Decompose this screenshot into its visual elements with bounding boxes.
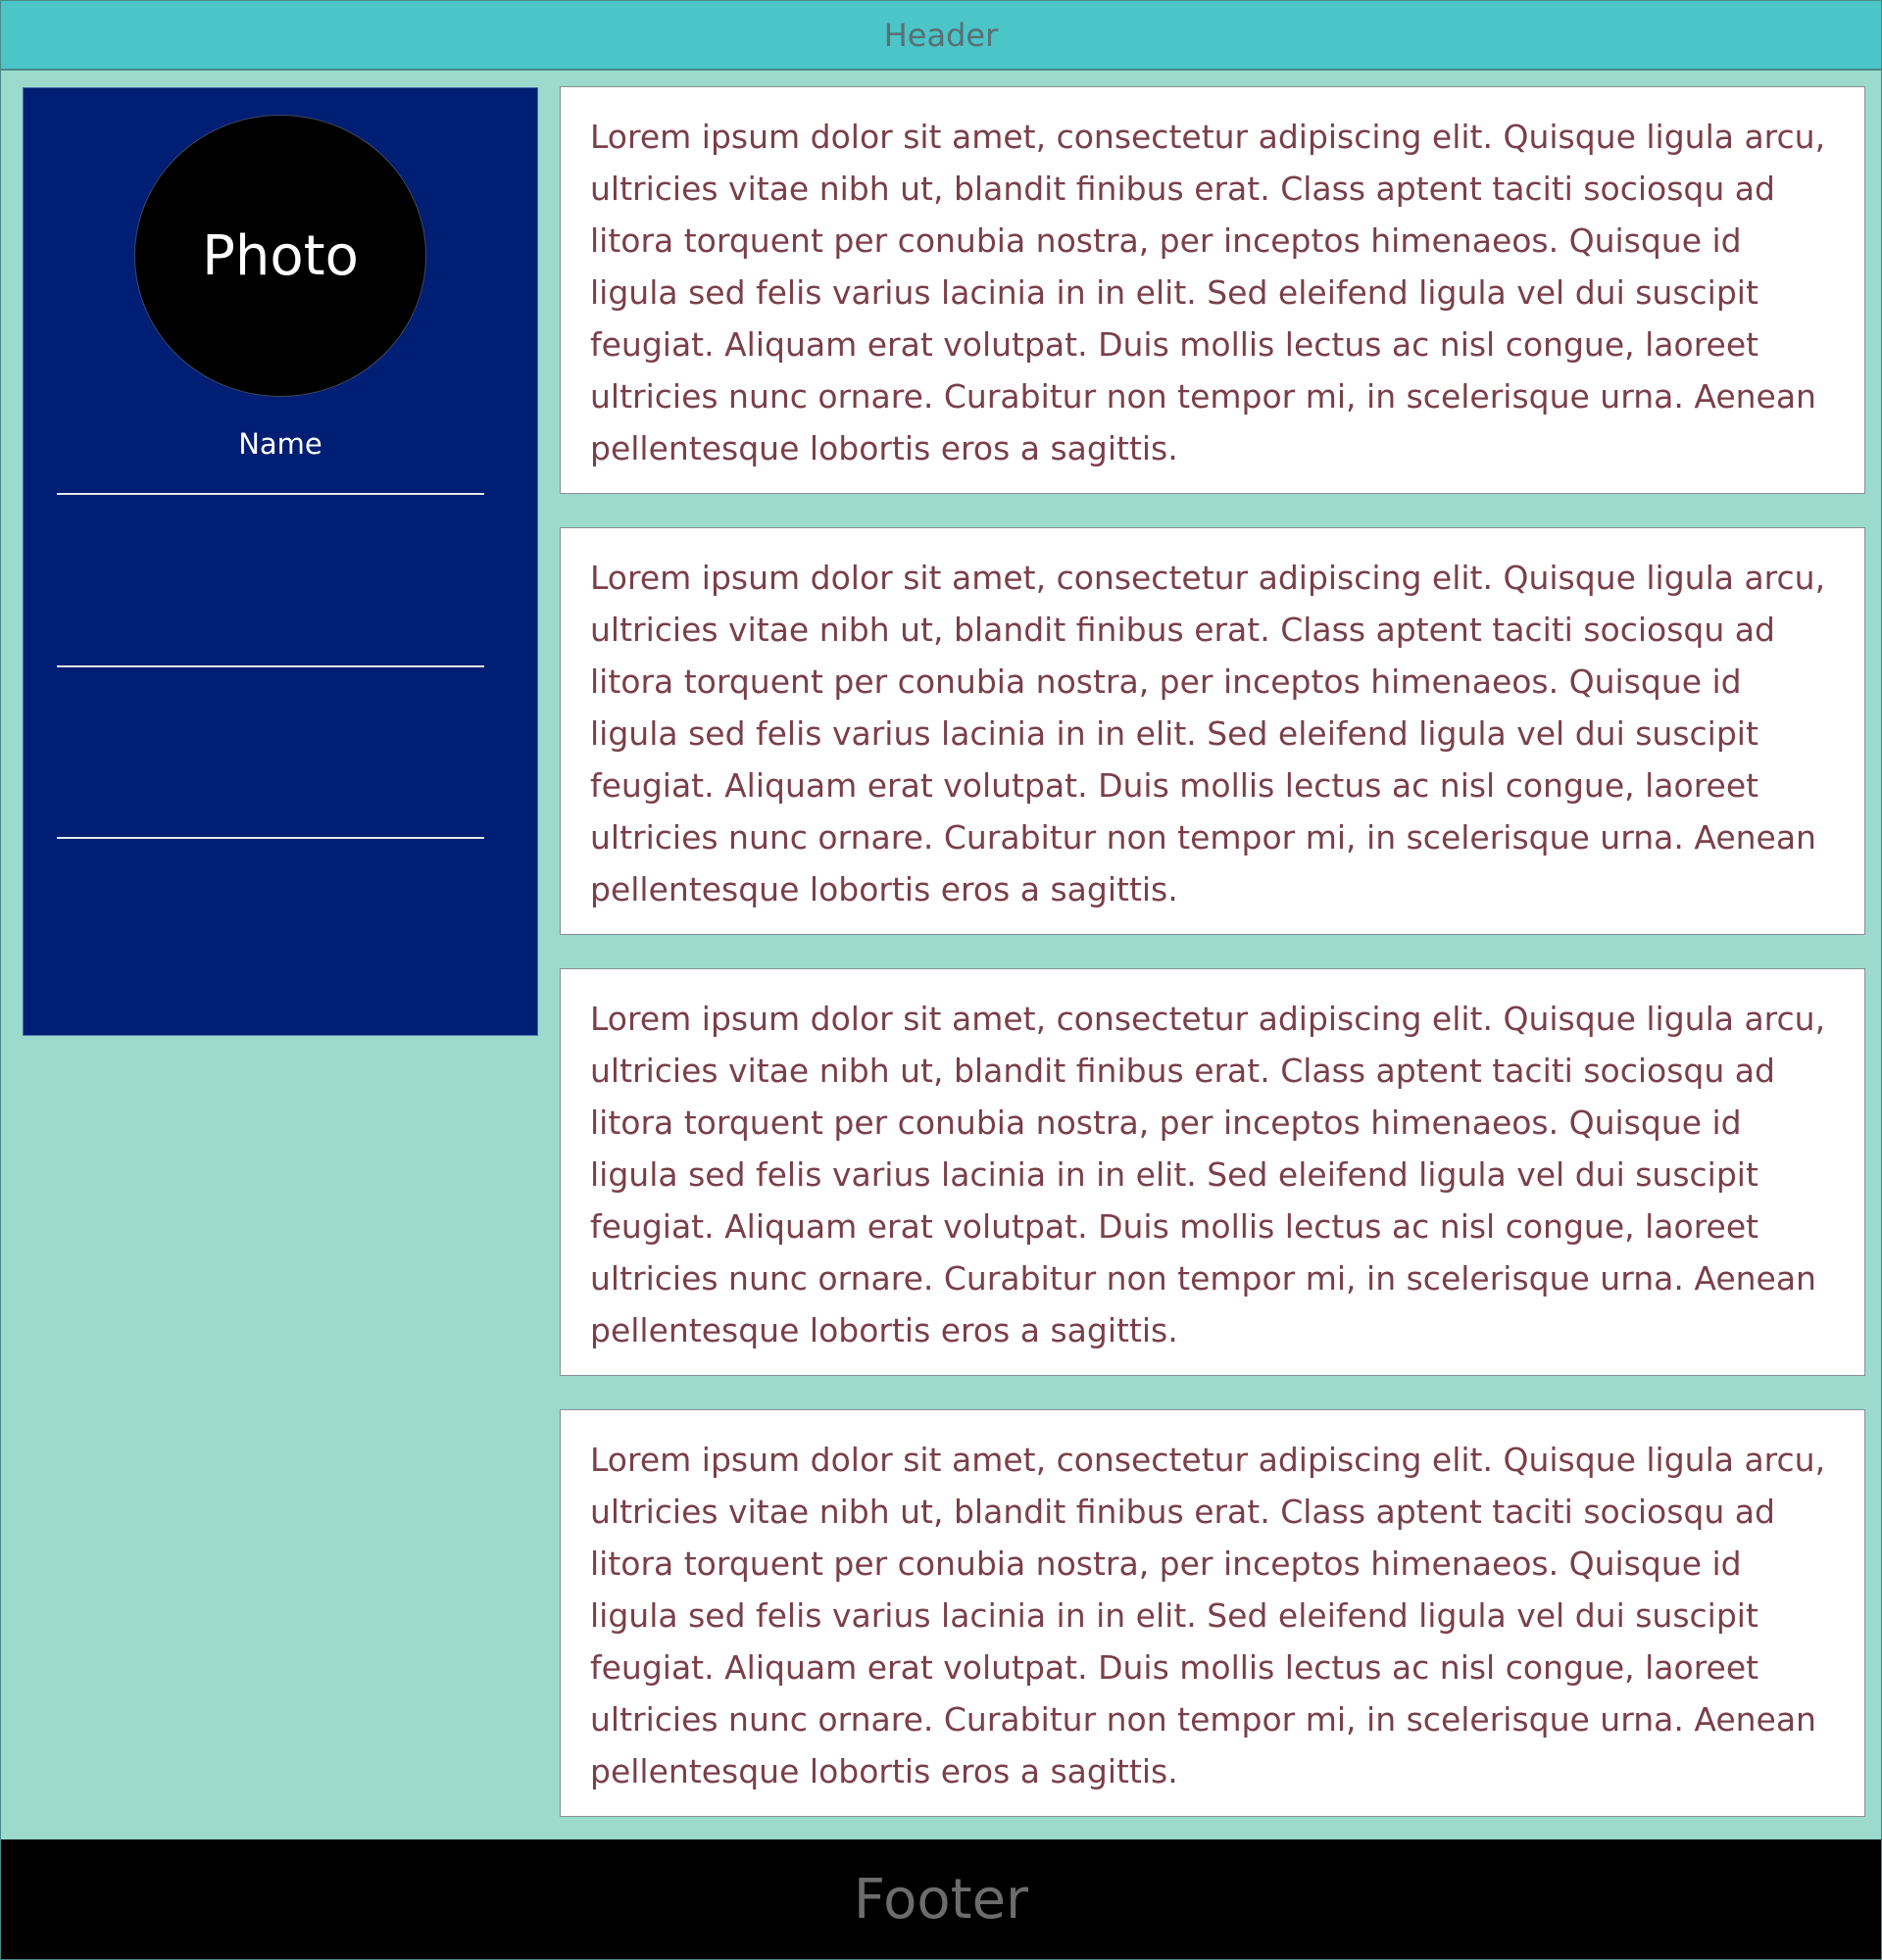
header-title: Header — [883, 16, 999, 54]
card-text: Lorem ipsum dolor sit amet, consectetur … — [590, 1441, 1826, 1790]
content-card-2: Lorem ipsum dolor sit amet, consectetur … — [560, 527, 1865, 935]
photo-label: Photo — [202, 223, 359, 288]
sidebar-divider-1 — [57, 493, 484, 495]
footer-title: Footer — [853, 1867, 1029, 1932]
header: Header — [1, 1, 1881, 71]
profile-name: Name — [238, 427, 322, 461]
card-text: Lorem ipsum dolor sit amet, consectetur … — [590, 559, 1826, 908]
footer: Footer — [1, 1839, 1881, 1959]
profile-photo: Photo — [134, 115, 426, 397]
main-content: Lorem ipsum dolor sit amet, consectetur … — [560, 86, 1865, 1850]
sidebar: Photo Name — [23, 87, 538, 1036]
page: Header Photo Name Lorem ipsum dolor sit … — [0, 0, 1882, 1960]
content-card-4: Lorem ipsum dolor sit amet, consectetur … — [560, 1409, 1865, 1817]
content-card-3: Lorem ipsum dolor sit amet, consectetur … — [560, 968, 1865, 1376]
sidebar-divider-3 — [57, 837, 484, 839]
content-card-1: Lorem ipsum dolor sit amet, consectetur … — [560, 86, 1865, 494]
card-text: Lorem ipsum dolor sit amet, consectetur … — [590, 1000, 1826, 1349]
card-text: Lorem ipsum dolor sit amet, consectetur … — [590, 118, 1826, 467]
sidebar-divider-2 — [57, 665, 484, 667]
